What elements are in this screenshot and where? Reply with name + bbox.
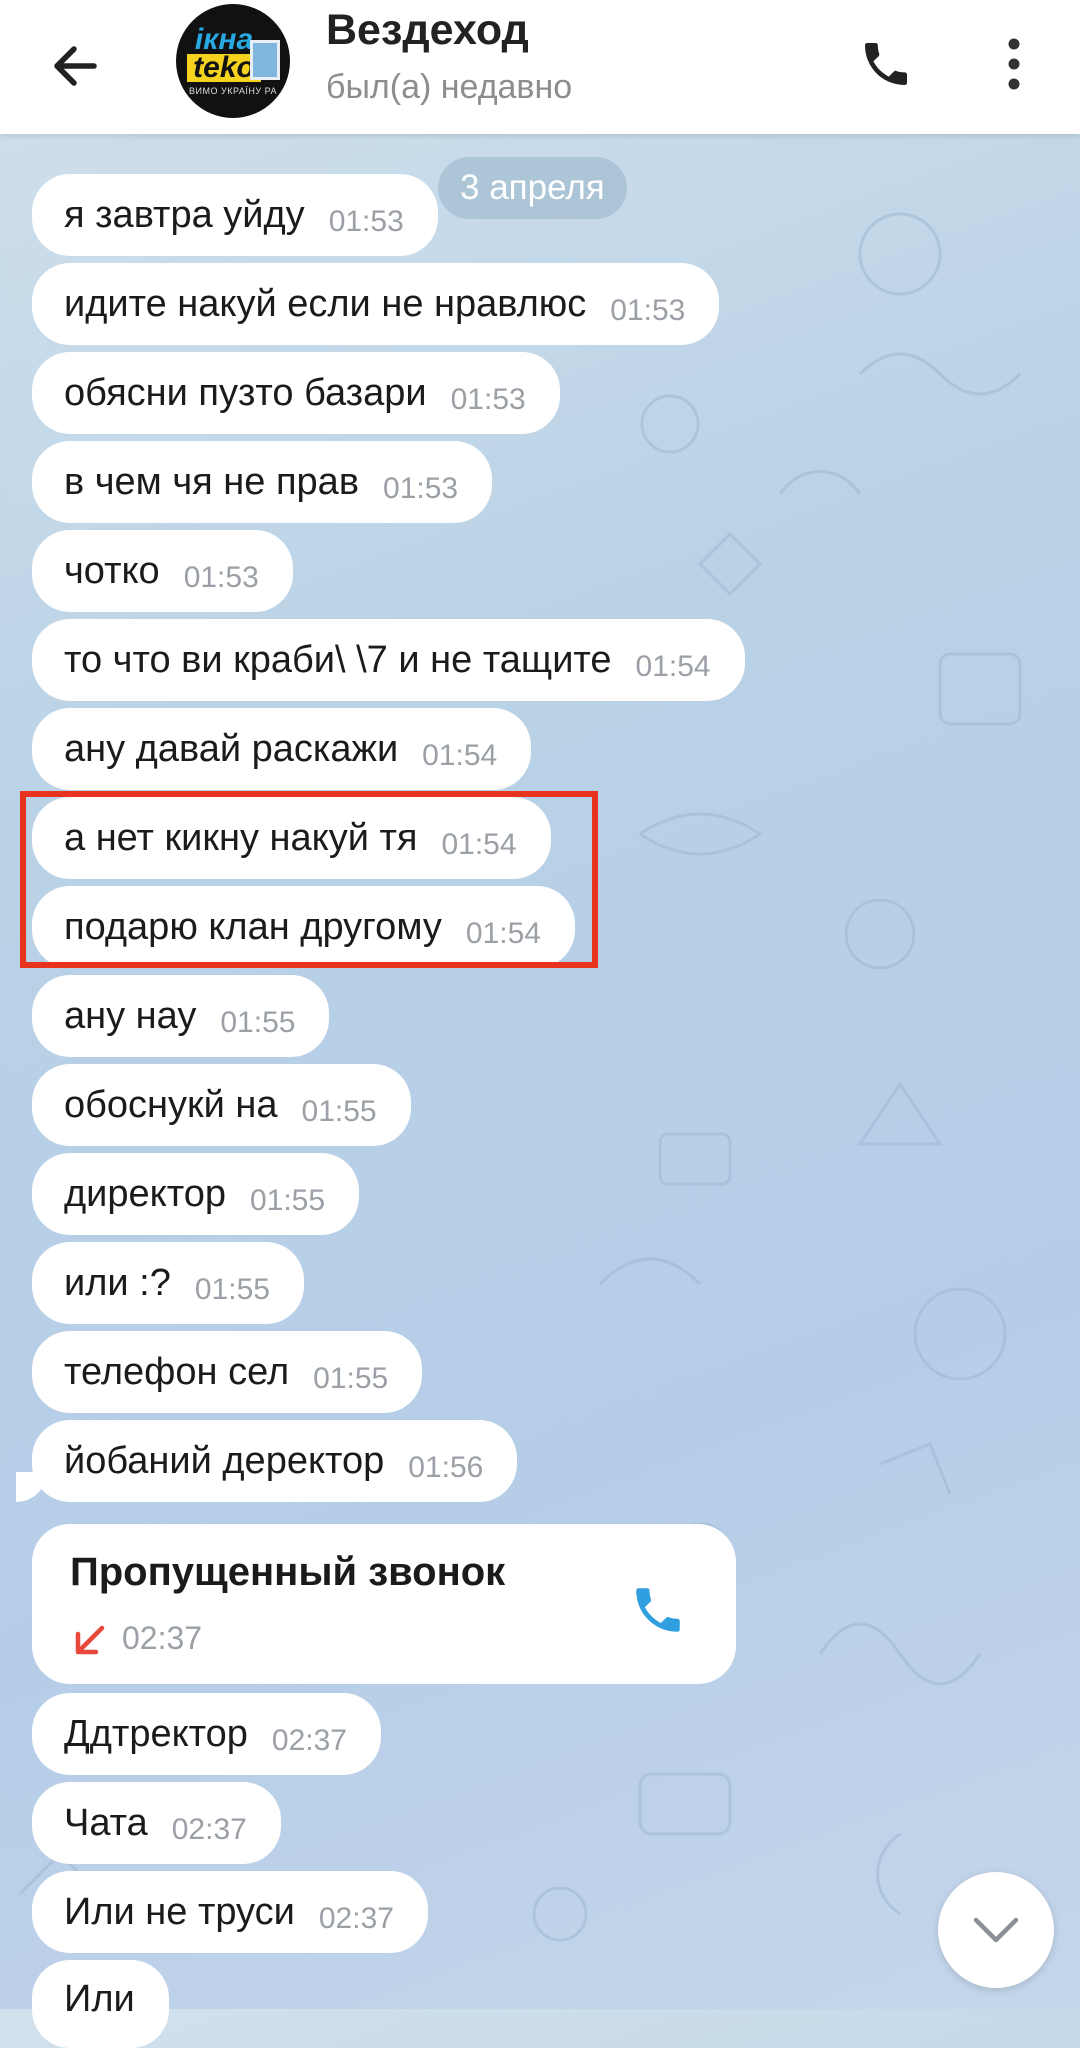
message-bubble[interactable]: директор 01:55	[32, 1153, 360, 1235]
message-bubble[interactable]: Или	[32, 1960, 169, 2048]
message-text: обоснукй на	[64, 1083, 278, 1126]
message-text: чотко	[64, 549, 160, 592]
message-time: 01:55	[194, 1273, 270, 1306]
message-time: 01:54	[422, 739, 498, 772]
chat-header: ікна teko ВИМО УКРАЇНУ РА Вездеход был(а…	[0, 0, 1080, 134]
message-bubble[interactable]: или :? 01:55	[32, 1242, 304, 1324]
message-text: директор	[64, 1172, 226, 1215]
message-time: 01:53	[328, 205, 404, 238]
message-bubble[interactable]: идите накуй если не нравлюс 01:53	[32, 263, 720, 345]
missed-call-arrow-icon	[75, 1625, 105, 1655]
message-bubble[interactable]: телефон сел 01:55	[32, 1331, 423, 1413]
highlight-box	[20, 791, 598, 968]
message-text: обясни пузто базари	[64, 371, 427, 414]
message-time: 01:54	[635, 650, 711, 683]
message-time: 01:53	[383, 472, 459, 505]
message-text: то что ви краби\ \7 и не тащите	[64, 638, 612, 681]
message-bubble[interactable]: йобаний деректор 01:56	[15, 1420, 518, 1502]
message-time: 01:53	[183, 561, 259, 594]
message-bubble[interactable]: ану нау 01:55	[32, 975, 330, 1057]
chat-status: был(а) недавно	[326, 68, 573, 106]
more-options-button[interactable]	[990, 28, 1038, 100]
message-text: Ддтректор	[64, 1712, 248, 1755]
message-time: 02:37	[171, 1813, 247, 1846]
missed-call-card[interactable]: Пропущенный звонок 02:37	[32, 1524, 736, 1684]
message-time: 01:56	[408, 1451, 484, 1484]
message-text: идите накуй если не нравлюс	[64, 282, 587, 325]
missed-call-time: 02:37	[122, 1620, 203, 1656]
message-bubble[interactable]: я завтра уйду 01:53	[32, 174, 438, 256]
message-text: Или не труси	[64, 1890, 295, 1933]
avatar-logo-text: ікна	[194, 23, 254, 56]
chevron-down-icon	[973, 1917, 1019, 1943]
message-text: ану давай раскажи	[64, 727, 399, 770]
message-text: ану нау	[64, 994, 197, 1037]
message-bubble[interactable]: в чем чя не прав 01:53	[32, 441, 493, 523]
message-bubble[interactable]: то что ви краби\ \7 и не тащите 01:54	[32, 619, 745, 701]
back-button[interactable]	[38, 30, 110, 102]
message-time: 01:53	[610, 294, 686, 327]
message-text: я завтра уйду	[64, 193, 305, 236]
message-time: 01:55	[249, 1184, 326, 1217]
message-bubble[interactable]: Или не труси 02:37	[32, 1871, 428, 1953]
chat-title[interactable]: Вездеход	[326, 6, 529, 55]
message-bubble[interactable]: Чата 02:37	[32, 1782, 281, 1864]
call-back-button[interactable]	[622, 1574, 694, 1646]
message-time: 02:37	[271, 1724, 347, 1757]
avatar-logo-caption: ВИМО УКРАЇНУ РА	[189, 86, 277, 96]
message-bubble[interactable]: обясни пузто базари 01:53	[32, 352, 560, 434]
avatar-logo-mark	[250, 40, 280, 80]
missed-call-title: Пропущенный звонок	[70, 1550, 506, 1594]
message-text: в чем чя не прав	[64, 460, 360, 503]
more-vertical-icon	[1008, 38, 1020, 90]
message-time: 02:37	[318, 1902, 394, 1935]
date-separator: 3 апреля	[438, 157, 627, 219]
message-bubble[interactable]: обоснукй на 01:55	[32, 1064, 411, 1146]
message-text: Чата	[64, 1801, 148, 1844]
message-text: телефон сел	[64, 1350, 290, 1393]
call-button[interactable]	[850, 28, 922, 100]
message-time: 01:53	[450, 383, 526, 416]
arrow-left-icon	[54, 46, 97, 86]
message-time: 01:55	[301, 1095, 377, 1128]
phone-icon	[865, 43, 907, 85]
message-text: Или	[64, 1978, 135, 2020]
message-bubble[interactable]: Ддтректор 02:37	[32, 1693, 381, 1775]
phone-icon	[636, 1588, 680, 1632]
message-time: 01:55	[220, 1006, 296, 1039]
message-text: йобаний деректор	[64, 1439, 385, 1482]
message-bubble[interactable]: ану давай раскажи 01:54	[32, 708, 532, 790]
message-text: или :?	[64, 1261, 171, 1304]
message-bubble[interactable]: чотко 01:53	[32, 530, 293, 612]
scroll-to-bottom-button[interactable]	[938, 1872, 1054, 1988]
avatar[interactable]: ікна teko ВИМО УКРАЇНУ РА	[176, 4, 290, 118]
message-time: 01:55	[313, 1362, 389, 1395]
